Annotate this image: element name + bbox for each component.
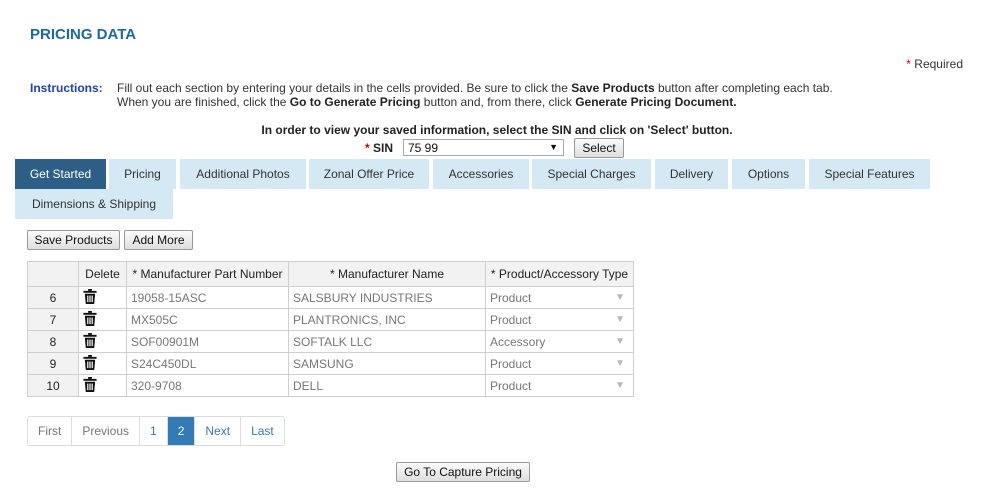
manufacturer-cell[interactable]: SAMSUNG <box>288 352 486 375</box>
tab-pricing[interactable]: Pricing <box>109 159 176 189</box>
sin-select[interactable]: 75 99 ▼ <box>403 139 564 156</box>
type-value: Product <box>490 356 532 371</box>
type-value: Product <box>490 290 532 305</box>
instructions-bold-save: Save Products <box>571 81 655 95</box>
chevron-down-icon: ▼ <box>615 358 625 369</box>
type-select[interactable]: Product ▼ <box>485 352 634 375</box>
manufacturer-cell[interactable]: PLANTRONICS, INC <box>288 308 486 331</box>
type-select[interactable]: Product ▼ <box>485 308 634 331</box>
type-value: Accessory <box>490 334 546 349</box>
column-header-delete: Delete <box>78 261 127 287</box>
part-number-cell[interactable]: S24C450DL <box>126 352 289 375</box>
required-star: * <box>365 141 370 155</box>
column-header-part-number: * Manufacturer Part Number <box>126 261 289 287</box>
table-header-row: Delete * Manufacturer Part Number * Manu… <box>27 261 634 287</box>
type-value: Product <box>490 378 532 393</box>
instructions-text-part: When you are finished, click the <box>117 95 290 109</box>
products-table: Delete * Manufacturer Part Number * Manu… <box>27 261 634 397</box>
chevron-down-icon: ▼ <box>615 336 625 347</box>
row-number: 7 <box>27 308 79 331</box>
delete-cell <box>78 352 127 375</box>
tab-get-started[interactable]: Get Started <box>15 159 106 189</box>
pagination-first[interactable]: First <box>28 417 71 445</box>
chevron-down-icon: ▼ <box>615 314 625 325</box>
table-row: 8 SOF00901M SOFTALK LLC Accessory ▼ <box>27 330 634 353</box>
instructions-text: Fill out each section by entering your d… <box>117 81 897 109</box>
delete-cell <box>78 374 127 397</box>
tab-dimensions-shipping[interactable]: Dimensions & Shipping <box>15 189 173 219</box>
instructions-bold-document: Generate Pricing Document. <box>575 95 737 109</box>
delete-cell <box>78 308 127 331</box>
row-number: 9 <box>27 352 79 375</box>
sin-select-value: 75 99 <box>408 141 439 155</box>
type-select[interactable]: Product ▼ <box>485 286 634 309</box>
tab-delivery[interactable]: Delivery <box>655 159 728 189</box>
sin-label-text: SIN <box>373 141 394 155</box>
delete-cell <box>78 330 127 353</box>
type-select[interactable]: Accessory ▼ <box>485 330 634 353</box>
instructions-line-2: When you are finished, click the Go to G… <box>117 95 897 109</box>
tab-special-features[interactable]: Special Features <box>809 159 930 189</box>
part-number-cell[interactable]: 19058-15ASC <box>126 286 289 309</box>
tab-additional-photos[interactable]: Additional Photos <box>180 159 306 189</box>
instructions-text-part: button and, from there, click <box>420 95 576 109</box>
table-row: 6 19058-15ASC SALSBURY INDUSTRIES Produc… <box>27 286 634 309</box>
save-products-button[interactable]: Save Products <box>27 230 120 250</box>
trash-icon[interactable] <box>83 332 97 348</box>
pagination-next[interactable]: Next <box>194 417 240 445</box>
select-button[interactable]: Select <box>574 138 624 158</box>
instructions-text-part: button after completing each tab. <box>654 81 833 95</box>
trash-icon[interactable] <box>83 310 97 326</box>
instructions-text-part: Fill out each section by entering your d… <box>117 81 572 95</box>
manufacturer-cell[interactable]: SALSBURY INDUSTRIES <box>288 286 486 309</box>
add-more-button[interactable]: Add More <box>124 230 193 250</box>
pagination: First Previous 1 2 Next Last <box>27 416 285 446</box>
instructions-bold-generate: Go to Generate Pricing <box>289 95 421 109</box>
pagination-previous[interactable]: Previous <box>71 417 139 445</box>
trash-icon[interactable] <box>83 376 97 392</box>
pagination-last[interactable]: Last <box>240 417 284 445</box>
instructions-line-1: Fill out each section by entering your d… <box>117 81 897 95</box>
trash-icon[interactable] <box>83 354 97 370</box>
tab-special-charges[interactable]: Special Charges <box>532 159 651 189</box>
part-number-cell[interactable]: 320-9708 <box>126 374 289 397</box>
chevron-down-icon: ▼ <box>615 380 625 391</box>
page-title: PRICING DATA <box>30 26 137 43</box>
type-select[interactable]: Product ▼ <box>485 374 634 397</box>
column-header-type: * Product/Accessory Type <box>485 261 634 287</box>
part-number-cell[interactable]: SOF00901M <box>126 330 289 353</box>
trash-icon[interactable] <box>83 288 97 304</box>
sin-note: In order to view your saved information,… <box>261 123 733 137</box>
required-star: * <box>906 57 911 71</box>
required-label: Required <box>914 57 963 71</box>
pagination-page-1[interactable]: 1 <box>139 417 167 445</box>
table-row: 9 S24C450DL SAMSUNG Product ▼ <box>27 352 634 375</box>
required-note: * Required <box>906 57 963 71</box>
tab-zonal-offer-price[interactable]: Zonal Offer Price <box>309 159 429 189</box>
tab-options[interactable]: Options <box>732 159 805 189</box>
row-number: 8 <box>27 330 79 353</box>
go-to-capture-pricing-button[interactable]: Go To Capture Pricing <box>396 462 530 482</box>
type-value: Product <box>490 312 532 327</box>
sin-label: * SIN <box>365 141 393 155</box>
part-number-cell[interactable]: MX505C <box>126 308 289 331</box>
table-row: 7 MX505C PLANTRONICS, INC Product ▼ <box>27 308 634 331</box>
table-row: 10 320-9708 DELL Product ▼ <box>27 374 634 397</box>
chevron-down-icon: ▼ <box>549 142 558 152</box>
row-number: 10 <box>27 374 79 397</box>
chevron-down-icon: ▼ <box>615 292 625 303</box>
column-header-rownum <box>27 261 79 287</box>
column-header-manufacturer: * Manufacturer Name <box>288 261 486 287</box>
delete-cell <box>78 286 127 309</box>
manufacturer-cell[interactable]: SOFTALK LLC <box>288 330 486 353</box>
manufacturer-cell[interactable]: DELL <box>288 374 486 397</box>
row-number: 6 <box>27 286 79 309</box>
instructions-label: Instructions: <box>30 81 103 95</box>
tab-accessories[interactable]: Accessories <box>433 159 529 189</box>
pagination-page-2[interactable]: 2 <box>166 417 195 445</box>
